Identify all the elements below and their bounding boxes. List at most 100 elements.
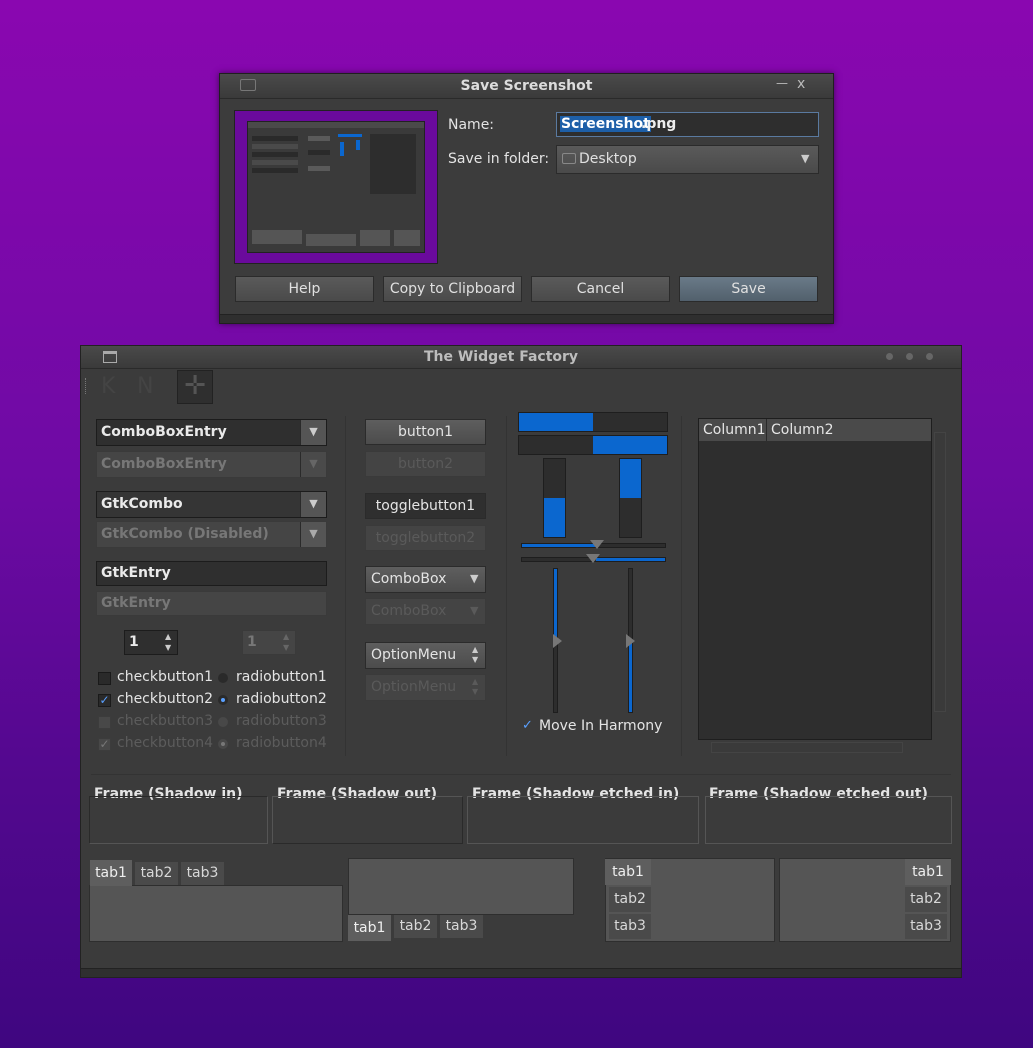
gtkentry-disabled: GtkEntry <box>96 591 327 616</box>
scale-slider-handle[interactable] <box>590 540 604 549</box>
radio-3-disabled <box>218 717 228 727</box>
notebook-top-tab3[interactable]: tab3 <box>181 862 224 885</box>
checkbox-3-disabled <box>98 716 111 729</box>
combobox[interactable]: ComboBox ▼ <box>365 566 486 593</box>
skip-back-icon[interactable]: K <box>101 374 115 399</box>
spin-button[interactable]: 1 ▲ ▼ <box>124 630 178 655</box>
move-icon[interactable]: ✛ <box>177 370 213 404</box>
comboboxentry-disabled: ComboBoxEntry ▼ <box>96 451 327 478</box>
checkbox-1[interactable] <box>98 672 111 685</box>
frame-shadow-out <box>272 796 463 844</box>
chevron-down-icon[interactable]: ▼ <box>300 420 326 445</box>
folder-label: Save in folder: <box>448 151 550 167</box>
button2-disabled: button2 <box>365 451 486 477</box>
toolbar-handle[interactable] <box>85 378 90 394</box>
checkbox-2-checked[interactable]: ✓ <box>98 694 111 707</box>
chevron-down-icon: ▼ <box>470 604 479 617</box>
progressbar-vertical-2 <box>619 458 642 538</box>
harmony-checkbox[interactable]: ✓ <box>522 719 533 732</box>
radio-4-disabled-selected <box>218 739 228 749</box>
horizontal-scrollbar[interactable] <box>711 742 903 753</box>
notebook-right-tab2[interactable]: tab2 <box>905 887 947 912</box>
name-input[interactable]: Screenshot .png <box>556 112 819 137</box>
checkbutton3-label: checkbutton3 <box>117 713 214 729</box>
name-selected-text: Screenshot <box>560 116 651 132</box>
n-icon[interactable]: N <box>137 374 153 399</box>
column-header-2[interactable]: Column2 <box>767 419 931 441</box>
button1[interactable]: button1 <box>365 419 486 445</box>
notebook-top-tab1[interactable]: tab1 <box>90 860 132 886</box>
gtkentry-text: GtkEntry <box>101 565 171 581</box>
scale-slider-handle[interactable] <box>586 554 600 563</box>
gtkentry[interactable]: GtkEntry <box>96 561 327 586</box>
togglebutton1[interactable]: togglebutton1 <box>365 493 486 519</box>
optionmenu-text: OptionMenu <box>371 647 457 663</box>
minimize-button[interactable]: — <box>776 76 790 90</box>
close-button[interactable] <box>926 353 933 360</box>
separator <box>345 416 346 756</box>
name-extension-text: .png <box>641 116 677 132</box>
column-header-1[interactable]: Column1 <box>699 419 767 441</box>
chevron-down-icon: ▼ <box>470 572 479 585</box>
notebook-left-tab1[interactable]: tab1 <box>605 859 651 885</box>
spin-arrows-icon: ▲ ▼ <box>283 632 290 652</box>
copy-to-clipboard-button[interactable]: Copy to Clipboard <box>383 276 522 302</box>
comboboxentry-disabled-text: ComboBoxEntry <box>101 456 227 472</box>
optionmenu-disabled-text: OptionMenu <box>371 679 457 695</box>
separator <box>506 416 507 756</box>
notebook-bottom-panel <box>348 858 574 915</box>
radiobutton1-label: radiobutton1 <box>236 669 327 685</box>
separator <box>91 774 951 775</box>
scale-slider-handle[interactable] <box>626 634 635 648</box>
combobox-disabled: ComboBox ▼ <box>365 598 486 625</box>
radio-2-selected[interactable] <box>218 695 228 705</box>
factory-titlebar: The Widget Factory <box>81 346 961 369</box>
chevron-down-icon: ▼ <box>300 452 326 477</box>
optionmenu-disabled: OptionMenu ▲ ▼ <box>365 674 486 701</box>
gtkcombo-disabled-text: GtkCombo (Disabled) <box>101 526 269 542</box>
checkbutton1-label: checkbutton1 <box>117 669 214 685</box>
gtkcombo-disabled: GtkCombo (Disabled) ▼ <box>96 521 327 548</box>
spin-value: 1 <box>129 634 139 650</box>
comboboxentry[interactable]: ComboBoxEntry ▼ <box>96 419 327 446</box>
minimize-button[interactable] <box>886 353 893 360</box>
radio-1[interactable] <box>218 673 228 683</box>
preview-window-thumbnail <box>247 121 425 253</box>
spin-arrows-icon[interactable]: ▲ ▼ <box>165 631 171 653</box>
factory-title: The Widget Factory <box>423 349 579 365</box>
widget-factory-window: The Widget Factory K N ✛ ComboBoxEntry ▼… <box>80 345 962 978</box>
updown-icon: ▲ ▼ <box>472 677 479 696</box>
move-in-harmony-label: Move In Harmony <box>539 718 663 734</box>
save-button[interactable]: Save <box>679 276 818 302</box>
progressbar-vertical-1 <box>543 458 566 538</box>
comboboxentry-text: ComboBoxEntry <box>101 424 227 440</box>
notebook-top-panel <box>89 885 343 942</box>
vertical-scrollbar[interactable] <box>934 432 946 712</box>
help-button[interactable]: Help <box>235 276 374 302</box>
folder-select[interactable]: Desktop ▼ <box>556 145 819 174</box>
notebook-right-tab1[interactable]: tab1 <box>905 859 951 885</box>
gtkcombo-text: GtkCombo <box>101 496 183 512</box>
notebook-right-tab3[interactable]: tab3 <box>905 914 947 939</box>
maximize-button[interactable] <box>906 353 913 360</box>
screenshot-preview <box>234 110 438 264</box>
combobox-disabled-text: ComboBox <box>371 603 447 619</box>
chevron-down-icon[interactable]: ▼ <box>300 492 326 517</box>
notebook-bottom-tab3[interactable]: tab3 <box>440 915 483 938</box>
checkbutton4-label: checkbutton4 <box>117 735 214 751</box>
close-button[interactable]: x <box>797 76 811 92</box>
gtkcombo[interactable]: GtkCombo ▼ <box>96 491 327 518</box>
tree-view[interactable]: Column1 Column2 <box>698 418 932 740</box>
scale-slider-handle[interactable] <box>553 634 562 648</box>
notebook-left-tab3[interactable]: tab3 <box>609 914 651 939</box>
chevron-down-icon: ▼ <box>300 522 326 547</box>
cancel-button[interactable]: Cancel <box>531 276 670 302</box>
factory-statusbar <box>81 968 961 977</box>
notebook-bottom-tab2[interactable]: tab2 <box>394 915 437 938</box>
column1-label: Column1 <box>703 422 766 438</box>
notebook-left-tab2[interactable]: tab2 <box>609 887 651 912</box>
folder-value: Desktop <box>579 151 637 167</box>
optionmenu[interactable]: OptionMenu ▲ ▼ <box>365 642 486 669</box>
notebook-bottom-tab1[interactable]: tab1 <box>348 915 391 941</box>
notebook-top-tab2[interactable]: tab2 <box>135 862 178 885</box>
